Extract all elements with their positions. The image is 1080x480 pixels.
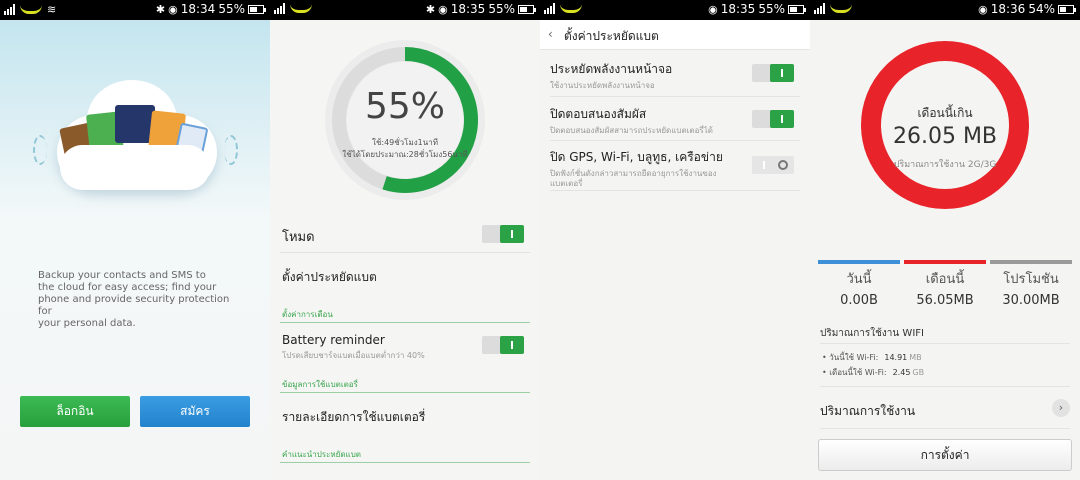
saver-settings-link[interactable]: ตั้งค่าประหยัดแบต — [282, 268, 532, 287]
clock: 18:34 — [180, 2, 216, 16]
wifi-month: • เดือนนี้ใช้ Wi-Fi: 2.45 GB — [822, 366, 924, 379]
clock: 18:35 — [720, 2, 756, 16]
alarm-icon: ◉ — [438, 2, 448, 16]
stat-value: 56.05MB — [916, 293, 974, 308]
radios-off-toggle[interactable] — [752, 156, 794, 174]
wifi-item-label: • เดือนนี้ใช้ Wi-Fi: — [822, 368, 887, 377]
alarm-icon: ◉ — [708, 2, 718, 16]
bluetooth-icon: ✱ — [425, 2, 436, 16]
battery-percent: 55% — [758, 2, 785, 16]
notify-section-heading: ตั้งค่าการเตือน — [282, 310, 333, 319]
battery-percent: 55% — [488, 2, 515, 16]
clock: 18:36 — [990, 2, 1026, 16]
signal-icon — [544, 3, 555, 14]
status-bar: ◉ 18:36 54% — [810, 0, 1080, 20]
usage-section-heading: ข้อมูลการใช้แบตเตอรี่ — [282, 380, 358, 389]
stat-value: 0.00B — [840, 293, 878, 308]
stat-month: เดือนนี้ 56.05MB — [904, 260, 986, 308]
battery-usage-details-link[interactable]: รายละเอียดการใช้แบตเตอรี่ — [282, 408, 532, 427]
battery-icon — [1058, 4, 1076, 14]
wifi-item-label: • วันนี้ใช้ Wi-Fi: — [822, 353, 879, 362]
mode-toggle[interactable] — [482, 225, 524, 243]
stat-value: 30.00MB — [1002, 293, 1060, 308]
sync-arrow-left-icon — [33, 135, 47, 165]
touch-feedback-toggle[interactable] — [752, 110, 794, 128]
carrier-logo-icon — [560, 4, 582, 13]
ring-value: 26.05 MB — [892, 124, 998, 149]
status-bar: ≋ ✱ ◉ 18:34 55% — [0, 0, 270, 20]
ring-label: เดือนนี้เกิน — [917, 106, 973, 120]
bluetooth-icon: ✱ — [155, 2, 166, 16]
battery-reminder-sub: โปรดเสียบชาร์จแบตเมื่อแบตต่ำกว่า 40% — [282, 351, 425, 360]
ring-sub: ปริมาณการใช้งาน 2G/3G — [893, 160, 997, 170]
tips-section-heading: คำแนะนำประหยัดแบต — [282, 450, 361, 459]
battery-icon — [518, 4, 536, 14]
signal-icon — [814, 3, 825, 14]
stat-promo: โปรโมชัน 30.00MB — [990, 260, 1072, 308]
usage-link[interactable]: ปริมาณการใช้งาน — [820, 402, 915, 421]
status-bar: ◉ 18:35 55% — [540, 0, 810, 20]
battery-screen: ✱ ◉ 18:35 55% 55% ใช้:49ชั่วโมง1นาที ใช้… — [270, 0, 540, 480]
alarm-icon: ◉ — [978, 2, 988, 16]
battery-icon — [248, 4, 266, 14]
data-usage-gauge: เดือนนี้เกิน 26.05 MB ปริมาณการใช้งาน 2G… — [860, 40, 1030, 210]
wifi-item-value: 14.91 — [884, 353, 908, 362]
wifi-icon: ≋ — [47, 3, 57, 16]
screen-saver-toggle[interactable] — [752, 64, 794, 82]
cloud-front-illustration — [60, 145, 210, 190]
settings-button[interactable]: การตั้งค่า — [818, 439, 1072, 471]
stat-label: เดือนนี้ — [925, 272, 965, 287]
battery-percent-large: 55% — [364, 86, 445, 127]
backup-description: Backup your contacts and SMS to the clou… — [38, 270, 230, 329]
alarm-icon: ◉ — [168, 2, 178, 16]
clock: 18:35 — [450, 2, 486, 16]
wifi-today: • วันนี้ใช้ Wi-Fi: 14.91 MB — [822, 351, 922, 364]
signup-button[interactable]: สมัคร — [140, 396, 250, 427]
status-bar: ✱ ◉ 18:35 55% — [270, 0, 540, 20]
saver-settings-screen: ◉ 18:35 55% ‹ ตั้งค่าประหยัดแบต ประหยัดพ… — [540, 0, 810, 480]
carrier-logo-icon — [290, 4, 312, 13]
stat-label: โปรโมชัน — [1003, 272, 1059, 287]
saver-header: ‹ ตั้งค่าประหยัดแบต — [540, 20, 810, 50]
login-button[interactable]: ล็อกอิน — [20, 396, 130, 427]
stat-today: วันนี้ 0.00B — [818, 260, 900, 308]
wifi-item-value: 2.45 — [892, 368, 911, 377]
wifi-item-unit: GB — [912, 368, 925, 377]
usage-stats: วันนี้ 0.00B เดือนนี้ 56.05MB โปรโมชัน 3… — [818, 260, 1072, 308]
sync-arrow-right-icon — [224, 135, 238, 165]
data-usage-screen: ◉ 18:36 54% เดือนนี้เกิน 26.05 MB ปริมาณ… — [810, 0, 1080, 480]
saver-header-title: ตั้งค่าประหยัดแบต — [564, 29, 659, 43]
wifi-item-unit: MB — [909, 353, 922, 362]
carrier-logo-icon — [20, 5, 42, 14]
battery-percent: 55% — [218, 2, 245, 16]
backup-screen: ≋ ✱ ◉ 18:34 55% Backup your contacts and… — [0, 0, 270, 480]
carrier-logo-icon — [830, 4, 852, 13]
battery-reminder-toggle[interactable] — [482, 336, 524, 354]
back-chevron-icon[interactable]: ‹ — [548, 27, 553, 41]
battery-gauge: 55% ใช้:49ชั่วโมง1นาที ใช้ได้โดยประมาณ:2… — [320, 32, 490, 208]
signal-icon — [274, 3, 285, 14]
saver-item-sub: ใช้งานประหยัดพลังงานหน้าจอ — [550, 81, 655, 90]
stat-label: วันนี้ — [846, 272, 872, 287]
signal-icon — [4, 4, 15, 15]
battery-icon — [788, 4, 806, 14]
wifi-usage-title: ปริมาณการใช้งาน WIFI — [820, 328, 924, 339]
battery-percent: 54% — [1028, 2, 1055, 16]
chevron-right-icon[interactable]: › — [1052, 399, 1070, 417]
battery-remaining-time: ใช้ได้โดยประมาณ:28ชั่วโมง56นาที — [342, 150, 468, 159]
